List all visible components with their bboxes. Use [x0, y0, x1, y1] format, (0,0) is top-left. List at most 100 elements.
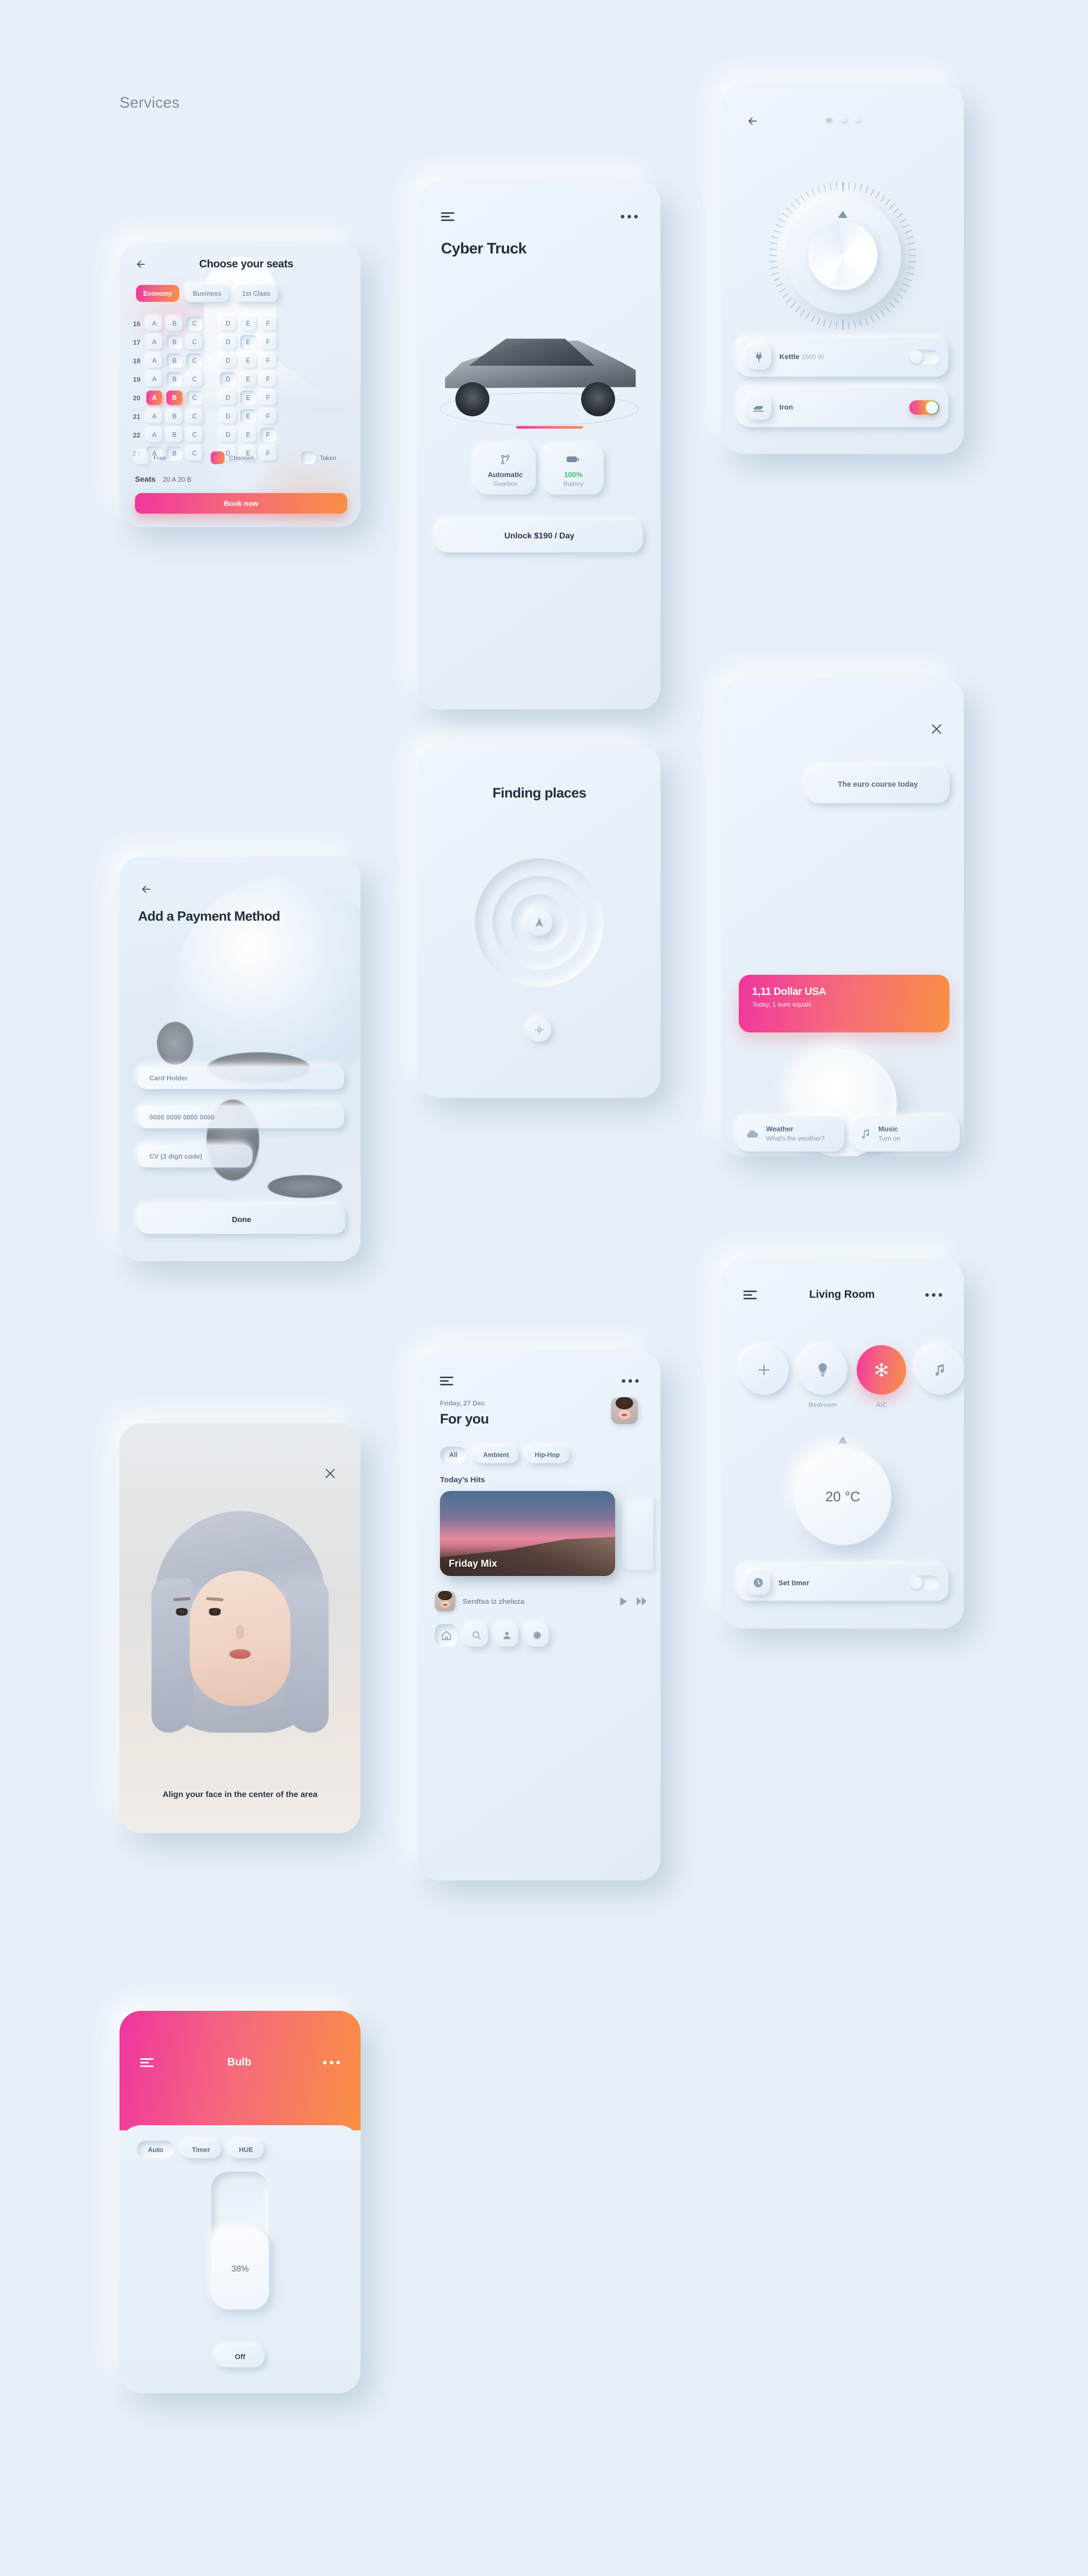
- seat-19-E[interactable]: E: [240, 372, 256, 386]
- plus-icon[interactable]: [739, 1345, 789, 1395]
- seat-19-C[interactable]: C: [186, 372, 202, 386]
- seat-22-E[interactable]: E: [240, 428, 256, 442]
- seat-19-D[interactable]: D: [220, 372, 236, 386]
- page-dot-2[interactable]: [840, 117, 846, 122]
- spec-gearbox[interactable]: Automatic Gearbox: [475, 445, 536, 495]
- radar-center-knob[interactable]: [526, 910, 552, 936]
- bulb-mode-auto[interactable]: Auto: [137, 2141, 174, 2158]
- back-arrow-icon[interactable]: [138, 880, 156, 898]
- nav-settings-button[interactable]: [526, 1624, 549, 1647]
- seat-21-E[interactable]: E: [240, 409, 256, 423]
- snowflake-icon[interactable]: [857, 1345, 906, 1395]
- thermostat-dial[interactable]: 20 °C: [794, 1448, 891, 1545]
- seat-18-B[interactable]: B: [166, 353, 182, 368]
- book-now-button[interactable]: Book now: [135, 493, 347, 514]
- voice-chip-weather[interactable]: Weather What's the weather?: [737, 1116, 844, 1151]
- action-aic[interactable]: AIC: [857, 1345, 906, 1409]
- seat-21-F[interactable]: F: [260, 409, 276, 423]
- seat-16-B[interactable]: B: [166, 316, 182, 331]
- seat-16-F[interactable]: F: [260, 316, 276, 331]
- class-tab-first[interactable]: 1st Class: [234, 285, 278, 302]
- music-note-icon[interactable]: [915, 1345, 964, 1395]
- seat-18-C[interactable]: C: [186, 353, 202, 368]
- seat-21-A[interactable]: A: [146, 409, 162, 423]
- seat-21-D[interactable]: D: [220, 409, 236, 423]
- seat-16-E[interactable]: E: [240, 316, 256, 331]
- more-options-icon[interactable]: [323, 2060, 340, 2064]
- seat-22-A[interactable]: A: [146, 428, 162, 442]
- nav-search-button[interactable]: [465, 1624, 488, 1647]
- seat-20-A[interactable]: A: [146, 391, 162, 405]
- nav-home-button[interactable]: [435, 1624, 457, 1647]
- seat-17-B[interactable]: B: [166, 335, 182, 349]
- action-bedroom[interactable]: Bedroom: [798, 1345, 847, 1409]
- action-add[interactable]: [739, 1345, 789, 1401]
- page-dot-3[interactable]: [854, 117, 860, 122]
- bulb-mode-timer[interactable]: Timer: [181, 2141, 221, 2158]
- avatar[interactable]: [611, 1397, 638, 1424]
- seat-22-D[interactable]: D: [220, 428, 236, 442]
- genre-chip-ambient[interactable]: Ambient: [473, 1447, 518, 1463]
- spec-battery[interactable]: 100% Battery: [543, 445, 604, 495]
- cv-code-input[interactable]: CV (3 digit code): [138, 1145, 252, 1167]
- seat-18-A[interactable]: A: [146, 353, 162, 368]
- card-number-input[interactable]: 0000 0000 0000 0000: [138, 1106, 344, 1128]
- seat-18-F[interactable]: F: [260, 353, 276, 368]
- next-track-icon[interactable]: [636, 1597, 647, 1606]
- seat-16-D[interactable]: D: [220, 316, 236, 331]
- playlist-card-next[interactable]: [622, 1498, 653, 1570]
- seat-20-B[interactable]: B: [166, 391, 182, 405]
- seat-17-D[interactable]: D: [220, 335, 236, 349]
- seat-20-D[interactable]: D: [220, 391, 236, 405]
- seat-17-C[interactable]: C: [186, 335, 202, 349]
- dial-knob[interactable]: [808, 221, 877, 290]
- voice-chip-music[interactable]: Music Turn on: [853, 1116, 960, 1151]
- class-tab-economy[interactable]: Economy: [136, 285, 180, 302]
- close-icon[interactable]: [325, 1468, 336, 1479]
- seat-18-D[interactable]: D: [220, 353, 236, 368]
- seat-19-B[interactable]: B: [166, 372, 182, 386]
- set-timer-row[interactable]: Set timer: [737, 1565, 948, 1601]
- seat-18-E[interactable]: E: [240, 353, 256, 368]
- rotary-dial[interactable]: [769, 182, 916, 329]
- play-icon[interactable]: [619, 1597, 628, 1606]
- seat-20-F[interactable]: F: [260, 391, 276, 405]
- seat-21-C[interactable]: C: [186, 409, 202, 423]
- places-locate-button[interactable]: [528, 1018, 551, 1042]
- device-toggle-iron[interactable]: [909, 400, 939, 415]
- device-row-kettle[interactable]: Kettle 1500 W: [737, 337, 948, 377]
- more-options-icon[interactable]: [622, 1379, 639, 1383]
- seat-22-F[interactable]: F: [260, 428, 276, 442]
- seat-22-C[interactable]: C: [186, 428, 202, 442]
- seat-19-F[interactable]: F: [260, 372, 276, 386]
- menu-icon[interactable]: [441, 211, 456, 222]
- menu-icon[interactable]: [440, 1376, 455, 1386]
- seat-19-A[interactable]: A: [146, 372, 162, 386]
- brightness-slider-knob[interactable]: 38%: [211, 2228, 269, 2310]
- bulb-power-button[interactable]: Off: [215, 2346, 265, 2367]
- set-timer-toggle[interactable]: [909, 1575, 939, 1590]
- featured-playlist-card[interactable]: Friday Mix: [440, 1491, 615, 1576]
- page-dot-1[interactable]: [825, 117, 831, 122]
- brightness-slider[interactable]: 38%: [211, 2172, 269, 2310]
- class-tab-business[interactable]: Business: [185, 285, 229, 302]
- seat-20-C[interactable]: C: [186, 391, 202, 405]
- seat-21-B[interactable]: B: [166, 409, 182, 423]
- seat-22-B[interactable]: B: [166, 428, 182, 442]
- unlock-button[interactable]: Unlock $190 / Day: [436, 520, 643, 552]
- bulb-mode-hue[interactable]: HUE: [228, 2141, 264, 2158]
- genre-chip-hiphop[interactable]: Hip-Hop: [525, 1447, 569, 1463]
- device-toggle-kettle[interactable]: [909, 350, 939, 364]
- nav-profile-button[interactable]: [496, 1624, 518, 1647]
- seat-16-C[interactable]: C: [186, 316, 202, 331]
- seat-17-F[interactable]: F: [260, 335, 276, 349]
- more-options-icon[interactable]: [925, 1293, 942, 1297]
- back-arrow-icon[interactable]: [744, 112, 762, 130]
- radar-dial[interactable]: [475, 858, 604, 987]
- more-options-icon[interactable]: [621, 214, 638, 218]
- card-holder-input[interactable]: Card Holder: [138, 1066, 344, 1089]
- bulb-icon[interactable]: [798, 1345, 847, 1395]
- action-music[interactable]: [915, 1345, 964, 1401]
- menu-icon[interactable]: [140, 2057, 156, 2067]
- seat-20-E[interactable]: E: [240, 391, 256, 405]
